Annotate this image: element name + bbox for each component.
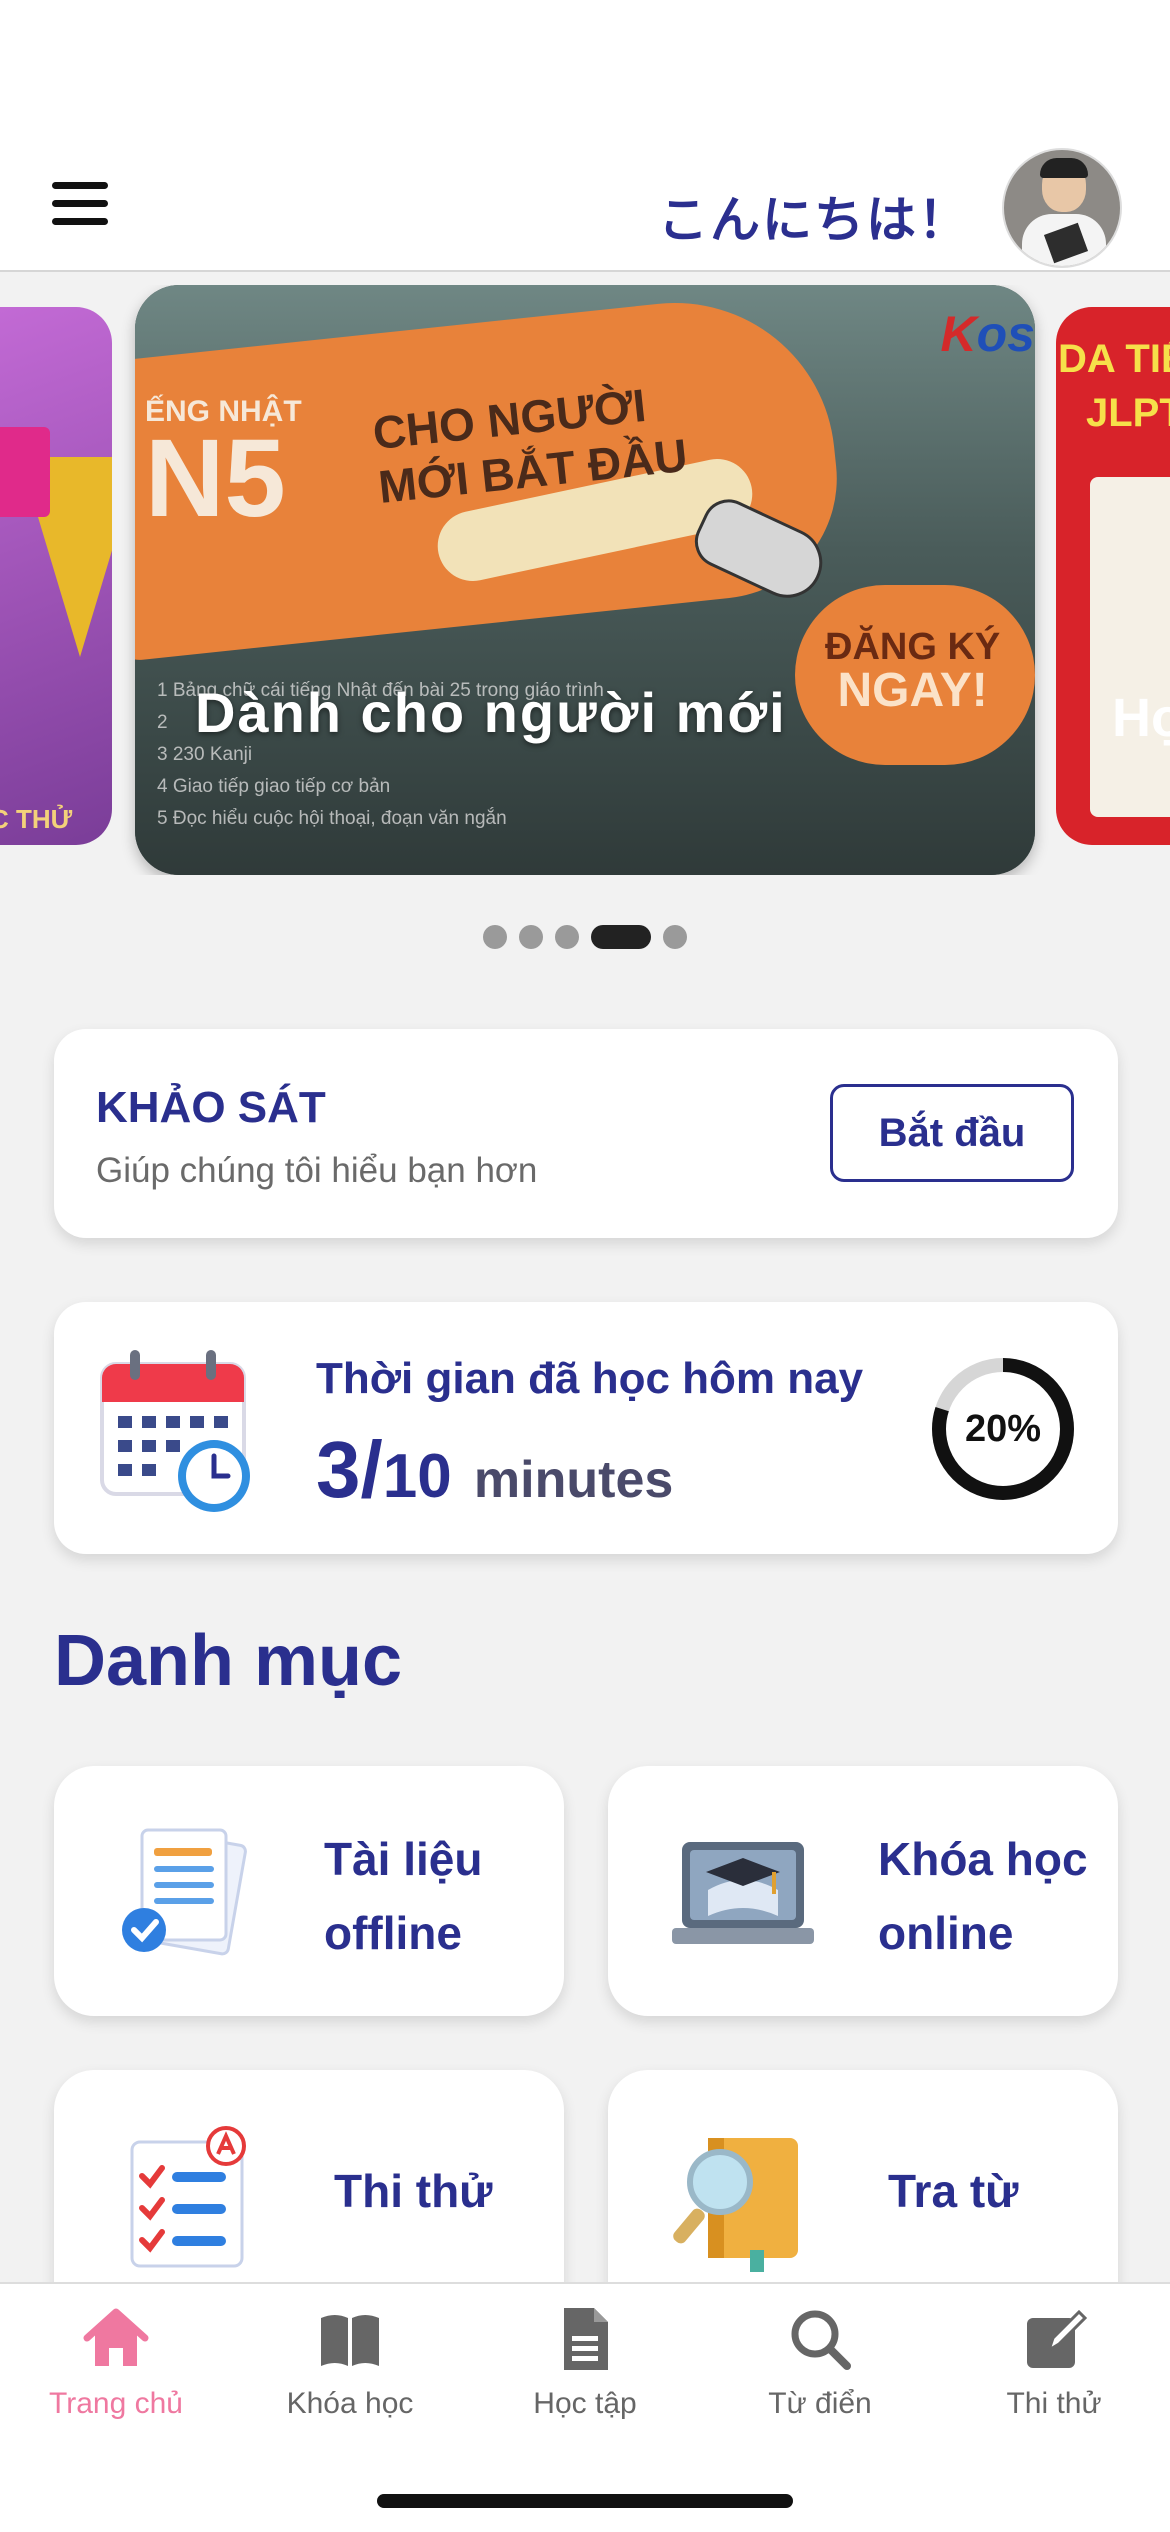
pagination-dot[interactable] [555, 925, 579, 949]
menu-icon [52, 182, 108, 189]
tab-mock-test[interactable]: Thi thử [954, 2304, 1154, 2424]
calendar-clock-icon [100, 1350, 250, 1512]
carousel-pagination [0, 925, 1170, 949]
document-icon [564, 2308, 608, 2370]
categories-title: Danh mục [54, 1621, 403, 1701]
carousel-slide-next[interactable]: DA TIẾ JLPT Họ [1056, 307, 1170, 845]
tab-label: Khóa học [286, 2387, 414, 2420]
book-icon [321, 2315, 379, 2366]
slide-tag: C THỬ [0, 804, 73, 834]
study-time-title: Thời gian đã học hôm nay [316, 1354, 864, 1403]
online-course-icon [672, 1842, 814, 1944]
survey-card: KHẢO SÁT Giúp chúng tôi hiểu bạn hơn Bắt… [54, 1029, 1118, 1238]
banner-carousel[interactable]: C THỬ ẾNG NHẬT N5 CHO NGƯỜI MỚI BẮT ĐẦU … [0, 285, 1170, 875]
tab-label: Trang chủ [49, 2387, 183, 2420]
category-label: Tra từ [888, 2165, 1019, 2217]
tab-dictionary[interactable]: Từ điển [720, 2304, 920, 2424]
app-header: こんにちは！ [0, 140, 1170, 272]
survey-subtitle: Giúp chúng tôi hiểu bạn hơn [96, 1151, 538, 1190]
tab-home[interactable]: Trang chủ [16, 2304, 216, 2424]
slide-n5-label: N5 [145, 417, 286, 540]
study-time-count: 3/10 minutes [316, 1425, 674, 1514]
edit-icon [1027, 2309, 1088, 2368]
hamburger-menu-button[interactable] [52, 182, 112, 228]
home-indicator [377, 2494, 793, 2508]
pagination-dot[interactable] [663, 925, 687, 949]
category-offline-docs[interactable]: Tài liệu offline [54, 1766, 564, 2016]
pagination-dot[interactable] [483, 925, 507, 949]
test-checklist-icon [130, 2126, 246, 2268]
greeting-text: こんにちは！ [658, 191, 970, 249]
pagination-dot[interactable] [519, 925, 543, 949]
survey-title: KHẢO SÁT [96, 1083, 326, 1132]
category-label: Tài liệu offline [324, 1833, 483, 1959]
avatar[interactable] [1002, 148, 1122, 268]
dictionary-book-icon [673, 2138, 798, 2272]
slide-caption: Dành cho người mới [195, 681, 787, 744]
home-icon [83, 2308, 149, 2366]
status-bar-area [0, 0, 1170, 140]
study-progress-label: 20% [964, 1407, 1042, 1450]
study-time-card: Thời gian đã học hôm nay 3/10 minutes 20… [54, 1302, 1118, 1554]
search-icon [791, 2310, 851, 2370]
tab-label: Từ điển [768, 2387, 872, 2420]
survey-start-button[interactable]: Bắt đầu [830, 1084, 1074, 1182]
tab-courses[interactable]: Khóa học [250, 2304, 450, 2424]
tab-label: Thi thử [1006, 2387, 1102, 2420]
tab-study[interactable]: Học tập [485, 2304, 685, 2424]
pagination-dot-active[interactable] [591, 925, 651, 949]
category-label: Thi thử [334, 2165, 493, 2217]
slide-cta-text: ĐĂNG KÝ NGAY! [825, 626, 1001, 717]
documents-icon [122, 1828, 247, 1956]
carousel-slide-previous[interactable]: C THỬ [0, 307, 112, 845]
category-label: Khóa học online [878, 1833, 1088, 1959]
tab-label: Học tập [533, 2387, 637, 2420]
carousel-slide-active[interactable]: ẾNG NHẬT N5 CHO NGƯỜI MỚI BẮT ĐẦU Kos ĐĂ… [135, 285, 1035, 875]
brand-logo: Kos [940, 306, 1035, 362]
category-online-courses[interactable]: Khóa học online [608, 1766, 1118, 2016]
